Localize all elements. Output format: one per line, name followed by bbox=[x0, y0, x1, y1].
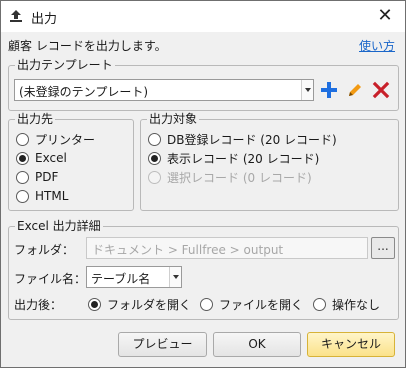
radio-indicator bbox=[16, 151, 29, 165]
description-text: 顧客 レコードを出力します。 bbox=[8, 39, 167, 53]
template-select[interactable]: (未登録のテンプレート) bbox=[14, 79, 314, 101]
destination-printer-radio[interactable]: プリンター bbox=[16, 131, 95, 147]
target-legend: 出力対象 bbox=[147, 112, 200, 126]
template-group: 出力テンプレート (未登録のテンプレート) bbox=[8, 58, 399, 111]
filename-select-value: テーブル名 bbox=[91, 272, 151, 286]
target-db-records-label: DB登録レコード (20 レコード) bbox=[167, 132, 337, 147]
radio-indicator bbox=[88, 297, 101, 311]
after-open-folder-radio[interactable]: フォルダを開く bbox=[88, 296, 191, 312]
title-bar: 出力 ✕ bbox=[1, 1, 405, 32]
chevron-down-icon bbox=[169, 267, 181, 287]
radio-indicator bbox=[16, 132, 29, 146]
template-legend: 出力テンプレート bbox=[15, 58, 115, 72]
chevron-down-icon bbox=[301, 80, 313, 100]
radio-indicator bbox=[313, 297, 326, 311]
after-open-folder-label: フォルダを開く bbox=[107, 297, 192, 312]
target-selected-records-radio: 選択レコード (0 レコード) bbox=[148, 169, 312, 185]
template-select-value: (未登録のテンプレート) bbox=[19, 85, 149, 99]
target-group: 出力対象 DB登録レコード (20 レコード) 表示レコード (20 レコード)… bbox=[140, 112, 399, 211]
add-icon[interactable] bbox=[319, 80, 339, 100]
preview-button[interactable]: プレビュー bbox=[118, 332, 207, 357]
folder-label: フォルダ： bbox=[14, 243, 75, 257]
ok-button[interactable]: OK bbox=[213, 332, 301, 357]
destination-pdf-radio[interactable]: PDF bbox=[16, 169, 58, 185]
browse-folder-button[interactable]: ... bbox=[371, 237, 395, 259]
radio-indicator bbox=[16, 170, 29, 184]
target-selected-records-label: 選択レコード (0 レコード) bbox=[167, 170, 312, 185]
radio-indicator bbox=[148, 170, 161, 184]
destination-group: 出力先 プリンター Excel PDF HTML bbox=[8, 112, 134, 211]
destination-html-label: HTML bbox=[35, 189, 69, 203]
cancel-button[interactable]: キャンセル bbox=[307, 332, 395, 357]
delete-icon[interactable] bbox=[371, 80, 391, 100]
excel-details-group: Excel 出力詳細 フォルダ： ドキュメント > Fullfree > out… bbox=[8, 219, 399, 320]
destination-legend: 出力先 bbox=[15, 112, 56, 126]
filename-select[interactable]: テーブル名 bbox=[86, 266, 182, 288]
target-db-records-radio[interactable]: DB登録レコード (20 レコード) bbox=[148, 131, 337, 147]
after-no-action-radio[interactable]: 操作なし bbox=[313, 296, 380, 312]
window-title: 出力 bbox=[31, 12, 58, 27]
radio-indicator bbox=[16, 189, 29, 203]
after-open-file-radio[interactable]: ファイルを開く bbox=[200, 296, 303, 312]
export-icon bbox=[10, 10, 22, 22]
destination-excel-radio[interactable]: Excel bbox=[16, 150, 67, 166]
destination-pdf-label: PDF bbox=[35, 170, 59, 184]
after-open-file-label: ファイルを開く bbox=[219, 297, 304, 312]
after-export-label: 出力後： bbox=[14, 298, 63, 312]
help-link[interactable]: 使い方 bbox=[359, 37, 395, 54]
export-dialog: 出力 ✕ 顧客 レコードを出力します。 使い方 出力テンプレート (未登録のテン… bbox=[0, 0, 406, 368]
filename-label: ファイル名： bbox=[14, 272, 87, 286]
edit-icon[interactable] bbox=[345, 80, 365, 100]
close-button[interactable]: ✕ bbox=[371, 2, 399, 30]
target-displayed-records-label: 表示レコード (20 レコード) bbox=[167, 151, 320, 166]
destination-excel-label: Excel bbox=[35, 151, 67, 165]
radio-indicator bbox=[148, 151, 161, 165]
excel-details-legend: Excel 出力詳細 bbox=[15, 219, 103, 233]
radio-indicator bbox=[148, 132, 161, 146]
folder-field: ドキュメント > Fullfree > output bbox=[86, 237, 368, 259]
destination-html-radio[interactable]: HTML bbox=[16, 188, 68, 204]
target-displayed-records-radio[interactable]: 表示レコード (20 レコード) bbox=[148, 150, 319, 166]
destination-printer-label: プリンター bbox=[35, 132, 96, 147]
radio-indicator bbox=[200, 297, 213, 311]
after-no-action-label: 操作なし bbox=[332, 297, 381, 312]
